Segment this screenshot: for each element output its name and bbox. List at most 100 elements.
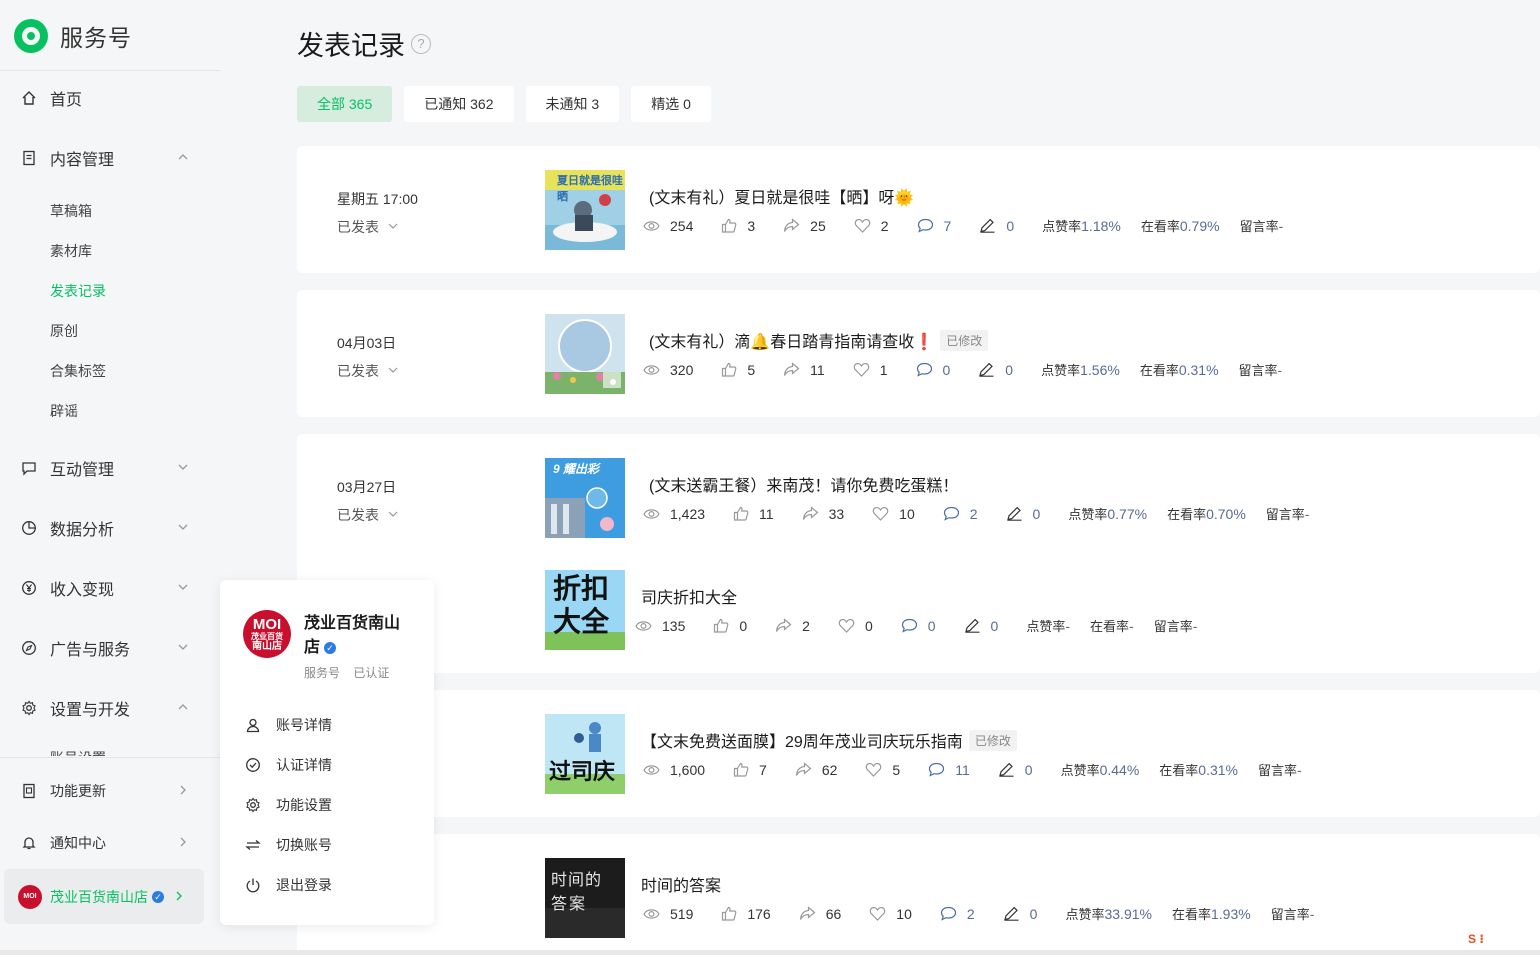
account-name-text: 茂业百货南山店 [304, 615, 401, 656]
nav-monetize[interactable]: 收入变现 [20, 572, 200, 604]
menu-account-details[interactable]: 账号详情 [244, 715, 332, 735]
comment-rate: 留言率- [1240, 216, 1284, 235]
shares-stat-value: 62 [821, 761, 838, 778]
comment-rate-label: 留言率 [1258, 763, 1298, 778]
comment-icon [943, 506, 965, 521]
watch-rate: 在看率- [1090, 616, 1134, 635]
nav-analytics[interactable]: 数据分析 [20, 512, 200, 544]
likes-stat-value: 176 [747, 905, 771, 922]
modified-badge: 已修改 [940, 329, 989, 351]
post-title[interactable]: 【文末免费送面膜】29周年茂业司庆玩乐指南 已修改 [641, 728, 1017, 752]
post-title[interactable]: (文末送霸王餐）来南茂！请你免费吃蛋糕！ [649, 472, 958, 496]
post-thumbnail[interactable]: 过司庆 [545, 714, 625, 794]
like-rate-value: 0.44% [1099, 762, 1140, 778]
chevron-down-icon [176, 460, 190, 479]
shares-stat: 33 [802, 505, 845, 522]
like-rate-label: 点赞率 [1065, 907, 1105, 922]
post-thumbnail[interactable]: 时间的 答案 [545, 858, 625, 938]
watch-rate: 在看率0.79% [1141, 216, 1220, 235]
account-popup: MOI 茂业百货 南山店 茂业百货南山店 ✓ 服务号 已认证 账号详情 认证详情 … [220, 580, 434, 925]
main-content: 发表记录 ? 全部 365 已通知 362 未通知 3 精选 0 星期五 17:… [297, 0, 1540, 955]
verified-icon: ✓ [324, 641, 337, 654]
comments-stat: 2 [940, 906, 975, 922]
page-title-text: 发表记录 [297, 31, 405, 61]
nav-notifications[interactable]: 通知中心 [20, 827, 200, 859]
sidebar-item-original[interactable]: 原创 [50, 321, 78, 341]
sidebar-item-account-settings[interactable]: 账号设置 [50, 748, 106, 756]
edits-stat-value: 0 [1029, 905, 1038, 922]
nav-content[interactable]: 内容管理 [20, 142, 200, 174]
hearts-stat: 2 [854, 218, 889, 234]
account-verified: 已认证 [353, 666, 390, 680]
logo[interactable]: 服务号 [14, 18, 132, 54]
like-rate: 点赞率1.18% [1042, 216, 1121, 235]
comments-stat-value: 11 [955, 761, 970, 778]
verified-icon: ✓ [152, 890, 164, 903]
comments-stat-value: 0 [942, 361, 951, 378]
hearts-stat-value: 5 [892, 761, 901, 778]
post-status[interactable]: 已发表 [337, 217, 418, 237]
post-title[interactable]: (文末有礼）滴🔔春日踏青指南请查收❗ 已修改 [649, 328, 989, 352]
shares-stat-value: 33 [828, 505, 845, 522]
menu-switch-account[interactable]: 切换账号 [244, 835, 332, 855]
sidebar-item-drafts[interactable]: 草稿箱 [50, 201, 92, 221]
tab-all[interactable]: 全部 365 [297, 86, 393, 122]
chat-icon [20, 459, 38, 477]
shares-stat: 66 [799, 906, 841, 922]
wechat-logo-icon [14, 19, 48, 53]
tab-featured[interactable]: 精选 0 [631, 86, 711, 122]
post-stats: 1,423 11 33 10 2 0 点赞率0.77% 在看率0.70% 留言率- [643, 504, 1329, 523]
modified-badge: 已修改 [968, 729, 1017, 751]
post-thumbnail[interactable]: 9 耀出彩 [545, 458, 625, 538]
post-status[interactable]: 已发表 [337, 505, 399, 525]
likes-stat-value: 7 [759, 761, 767, 778]
post-title[interactable]: (文末有礼）夏日就是很哇【晒】呀🌞 [649, 184, 914, 208]
watch-rate-value: - [1129, 618, 1134, 634]
post-thumbnail[interactable]: 夏日就是很哇晒 [545, 170, 625, 250]
menu-verification-details[interactable]: 认证详情 [244, 755, 332, 775]
post-title[interactable]: 司庆折扣大全 [641, 584, 737, 608]
post-stats: 1,600 7 62 5 11 0 点赞率0.44% 在看率0.31% 留言率- [643, 760, 1322, 779]
likes-stat: 5 [721, 362, 755, 378]
views-stat-value: 519 [670, 905, 694, 922]
comment-rate: 留言率- [1266, 504, 1310, 523]
views-stat-value: 1,423 [670, 505, 706, 522]
tab-notified[interactable]: 已通知 362 [404, 86, 514, 122]
help-icon[interactable]: ? [411, 33, 431, 54]
sidebar-item-rumors[interactable]: 辟谣 [50, 401, 78, 421]
likes-stat-value: 5 [747, 361, 756, 378]
menu-feature-settings[interactable]: 功能设置 [244, 795, 332, 815]
chevron-down-icon [387, 363, 399, 379]
sidebar-item-materials[interactable]: 素材库 [50, 241, 92, 261]
post-thumbnail[interactable] [545, 314, 625, 394]
watch-rate-value: 0.79% [1179, 218, 1220, 234]
nav-ads[interactable]: 广告与服务 [20, 632, 200, 664]
post-title[interactable]: 时间的答案 [641, 872, 721, 896]
eye-icon [643, 907, 665, 921]
post-status[interactable]: 已发表 [337, 361, 399, 381]
hearts-stat: 5 [865, 762, 900, 778]
nav-home[interactable]: 首页 [20, 82, 200, 114]
pen-icon [964, 618, 986, 633]
nav-updates[interactable]: 功能更新 [20, 775, 200, 807]
post-thumbnail[interactable]: 折扣 大全 [545, 570, 625, 650]
views-stat: 135 [635, 618, 685, 634]
ime-indicator-icon[interactable]: S ⁝ [1468, 932, 1508, 952]
share-icon [795, 762, 817, 777]
thumb-text: 答案 [551, 896, 588, 913]
tab-not-notified[interactable]: 未通知 3 [525, 86, 620, 122]
account-switcher[interactable]: MOI 茂业百货南山店 ✓ [4, 869, 204, 924]
nav-settings[interactable]: 设置与开发 [20, 692, 200, 724]
watch-rate-label: 在看率 [1139, 363, 1179, 378]
comments-stat: 7 [917, 218, 951, 234]
comments-stat: 0 [916, 361, 951, 378]
pen-icon [998, 762, 1020, 777]
hearts-stat-value: 2 [880, 217, 889, 234]
post-title-text: (文末有礼）滴🔔春日踏青指南请查收❗ [649, 334, 935, 351]
thumb-text: 过司庆 [549, 759, 616, 784]
menu-logout[interactable]: 退出登录 [244, 875, 332, 895]
nav-interaction[interactable]: 互动管理 [20, 452, 200, 484]
comment-rate-label: 留言率 [1153, 619, 1193, 634]
sidebar-item-publish-records[interactable]: 发表记录 [50, 281, 106, 301]
sidebar-item-collections[interactable]: 合集标签 [50, 361, 106, 381]
